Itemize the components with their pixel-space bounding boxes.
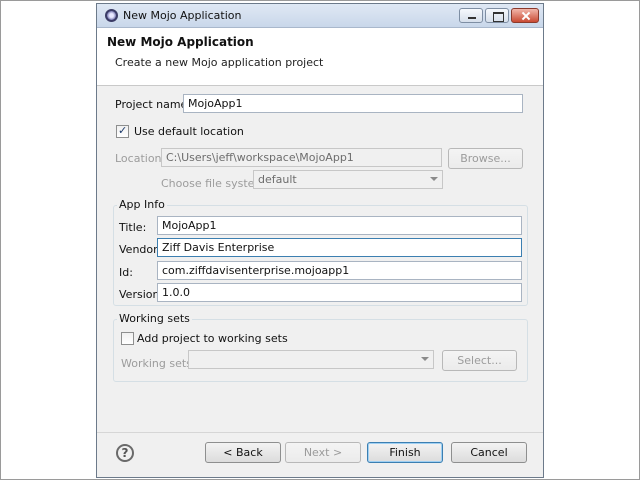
file-system-select[interactable]: default [253, 170, 443, 189]
close-icon [512, 9, 538, 22]
title-input[interactable]: MojoApp1 [157, 216, 522, 235]
working-sets-legend: Working sets [117, 312, 192, 325]
page-title: New Mojo Application [107, 35, 254, 49]
select-button[interactable]: Select... [442, 350, 517, 371]
window-title: New Mojo Application [123, 9, 242, 22]
project-name-label: Project name: [115, 98, 192, 111]
vendor-input[interactable]: Ziff Davis Enterprise [157, 238, 522, 257]
wizard-dialog: New Mojo Application New Mojo Applicatio… [96, 3, 544, 478]
chevron-down-icon [430, 177, 438, 181]
project-name-input[interactable]: MojoApp1 [183, 94, 523, 113]
id-input[interactable]: com.ziffdavisenterprise.mojoapp1 [157, 261, 522, 280]
close-button[interactable] [511, 8, 539, 23]
vendor-label: Vendor: [119, 243, 162, 256]
add-to-working-sets-label: Add project to working sets [137, 332, 288, 345]
wizard-header: New Mojo Application Create a new Mojo a… [97, 28, 543, 86]
page-description: Create a new Mojo application project [115, 56, 324, 69]
minimize-button[interactable] [459, 8, 483, 23]
browse-button[interactable]: Browse... [448, 148, 523, 169]
help-icon[interactable]: ? [116, 444, 134, 462]
file-system-value: default [258, 173, 297, 186]
use-default-location-label: Use default location [134, 125, 244, 138]
finish-button[interactable]: Finish [367, 442, 443, 463]
use-default-location-checkbox[interactable] [116, 124, 129, 138]
mojo-app-icon [105, 9, 118, 22]
maximize-button[interactable] [485, 8, 509, 23]
next-button[interactable]: Next > [285, 442, 361, 463]
cancel-button[interactable]: Cancel [451, 442, 527, 463]
version-input[interactable]: 1.0.0 [157, 283, 522, 302]
minimize-icon [460, 9, 482, 22]
location-label: Location: [115, 152, 166, 165]
working-sets-select[interactable] [188, 350, 434, 369]
footer-divider [97, 432, 543, 433]
title-bar[interactable]: New Mojo Application [97, 4, 543, 28]
app-info-legend: App Info [117, 198, 167, 211]
chevron-down-icon [421, 357, 429, 361]
back-button[interactable]: < Back [205, 442, 281, 463]
title-label: Title: [119, 221, 147, 234]
id-label: Id: [119, 266, 133, 279]
add-to-working-sets-checkbox[interactable] [121, 332, 134, 345]
maximize-icon [486, 9, 508, 22]
location-input[interactable]: C:\Users\jeff\workspace\MojoApp1 [161, 148, 442, 167]
working-sets-label: Working sets: [121, 357, 196, 370]
